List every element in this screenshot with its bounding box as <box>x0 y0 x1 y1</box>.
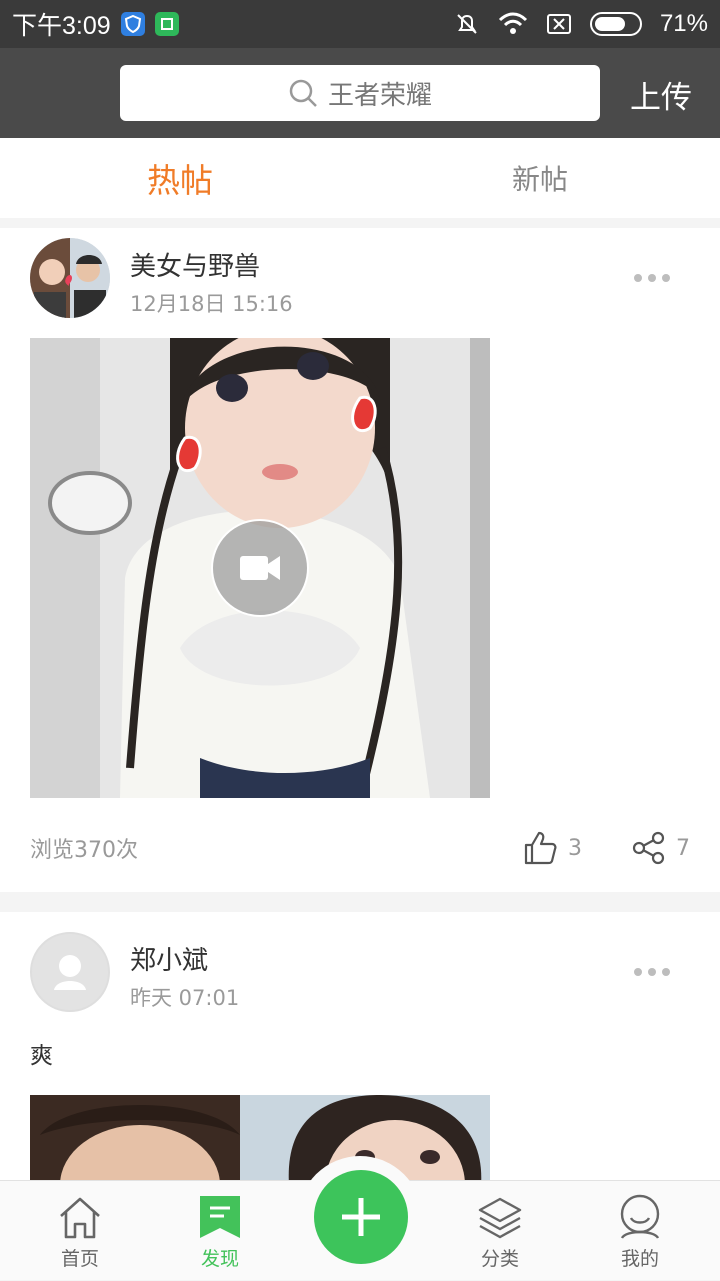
tab-new[interactable]: 新帖 <box>360 138 720 218</box>
post-card: 郑小斌 昨天 07:01 爽 <box>0 912 720 1180</box>
status-time: 下午3:09 <box>12 12 111 40</box>
nav-category[interactable]: 分类 <box>440 1181 560 1281</box>
search-icon <box>289 79 317 107</box>
search-placeholder: 王者荣耀 <box>327 80 432 111</box>
app-notification-icon <box>154 12 179 36</box>
top-bar: 王者荣耀 上传 <box>0 48 720 138</box>
post-author[interactable]: 郑小斌 <box>130 940 208 977</box>
discover-icon <box>200 1196 240 1238</box>
add-post-button[interactable] <box>314 1170 408 1264</box>
search-bar[interactable]: 王者荣耀 <box>120 65 600 121</box>
like-button[interactable]: 3 <box>522 830 582 866</box>
post-image[interactable] <box>30 1095 490 1180</box>
feed-tabs: 热帖 新帖 <box>0 138 720 218</box>
view-count: 浏览370次 <box>30 838 138 863</box>
post-time: 昨天 07:01 <box>130 986 240 1010</box>
post-text: 爽 <box>30 1043 53 1069</box>
post-stats: 浏览370次 3 7 <box>30 830 690 866</box>
share-icon <box>632 831 665 865</box>
share-button[interactable]: 7 <box>632 831 690 865</box>
wifi-icon <box>498 12 528 34</box>
mute-bell-icon <box>457 14 477 34</box>
more-options-icon[interactable] <box>634 274 670 282</box>
post-card: 美女与野兽 12月18日 15:16 浏览370次 3 7 <box>0 228 720 892</box>
status-bar: 下午3:09 71% <box>0 0 720 48</box>
post-time: 12月18日 15:16 <box>130 292 293 316</box>
nav-profile-label: 我的 <box>620 1248 659 1270</box>
avatar[interactable] <box>30 238 110 318</box>
nav-category-label: 分类 <box>480 1248 519 1270</box>
shield-app-icon <box>120 12 145 36</box>
tab-hot[interactable]: 热帖 <box>0 138 360 218</box>
plus-icon <box>342 1198 380 1236</box>
layers-icon <box>478 1197 522 1239</box>
like-count: 3 <box>568 835 582 861</box>
battery-percent: 71% <box>659 10 708 37</box>
thumbs-up-icon <box>524 831 557 865</box>
upload-button[interactable]: 上传 <box>630 72 692 117</box>
nav-discover[interactable]: 发现 <box>160 1181 280 1281</box>
more-options-icon[interactable] <box>634 968 670 976</box>
avatar[interactable] <box>30 932 110 1012</box>
nav-home[interactable]: 首页 <box>20 1181 140 1281</box>
share-count: 7 <box>676 835 690 861</box>
nav-home-label: 首页 <box>60 1248 99 1270</box>
home-icon <box>60 1197 100 1239</box>
no-sim-icon <box>546 14 571 34</box>
battery-icon <box>589 12 642 36</box>
nav-discover-label: 发现 <box>200 1248 239 1270</box>
user-icon <box>620 1194 660 1239</box>
post-author[interactable]: 美女与野兽 <box>130 246 260 283</box>
nav-profile[interactable]: 我的 <box>580 1181 700 1281</box>
post-video-thumbnail[interactable] <box>30 338 490 798</box>
